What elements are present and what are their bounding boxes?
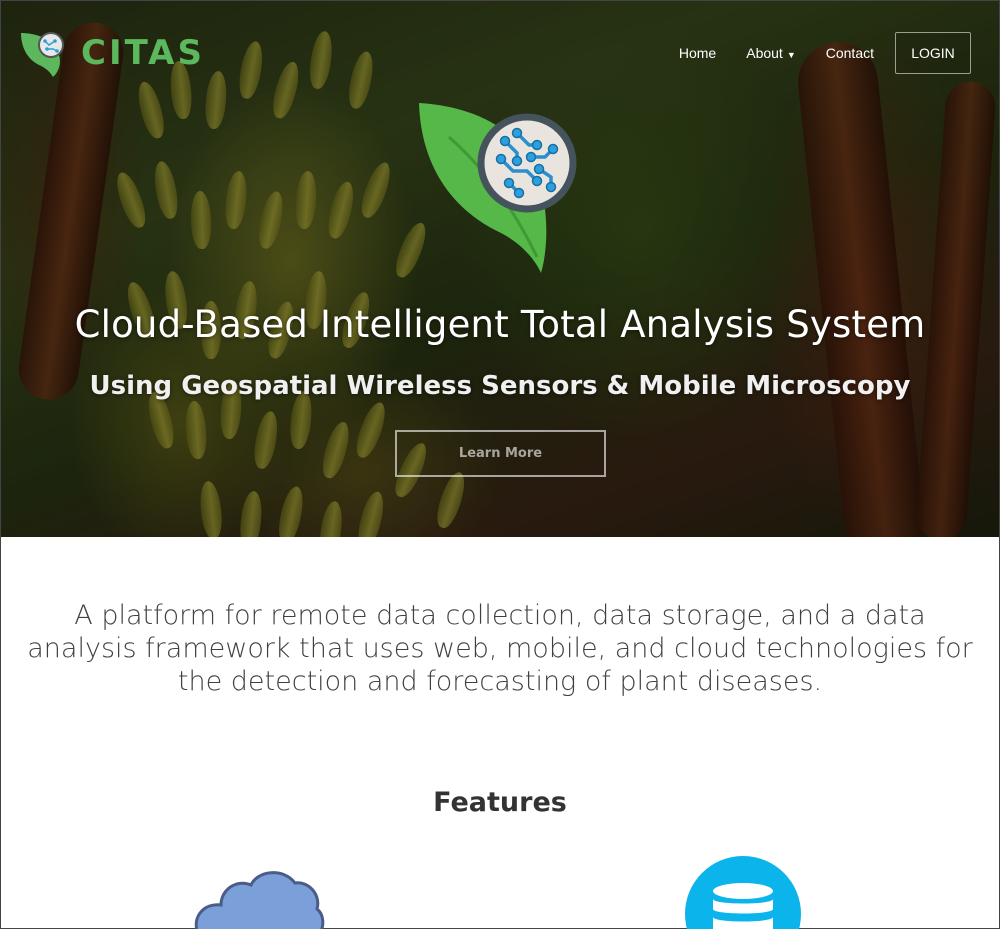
nav-contact[interactable]: Contact <box>811 45 889 61</box>
main-nav: Home About ▼ Contact LOGIN <box>664 32 971 74</box>
brand-link[interactable]: CITAS <box>19 29 205 77</box>
learn-more-button[interactable]: Learn More <box>395 430 606 477</box>
features-heading: Features <box>433 787 567 818</box>
hero-subtitle: Using Geospatial Wireless Sensors & Mobi… <box>89 371 911 401</box>
cloud-icon <box>194 871 325 929</box>
nav-about-label: About <box>746 45 783 61</box>
login-button[interactable]: LOGIN <box>895 32 971 74</box>
caret-down-icon: ▼ <box>786 50 796 60</box>
brand-name: CITAS <box>81 33 205 73</box>
hero-title: Cloud-Based Intelligent Total Analysis S… <box>74 303 926 346</box>
leaf-circuit-icon <box>419 103 577 273</box>
nav-home[interactable]: Home <box>664 45 731 61</box>
leaf-circuit-icon <box>21 32 64 77</box>
database-icon <box>685 856 801 929</box>
intro-text: A platform for remote data collection, d… <box>27 600 973 697</box>
hero-banner: CITAS Home About ▼ Contact LOGIN Cloud-Ba… <box>1 1 999 537</box>
nav-about[interactable]: About ▼ <box>731 45 811 61</box>
